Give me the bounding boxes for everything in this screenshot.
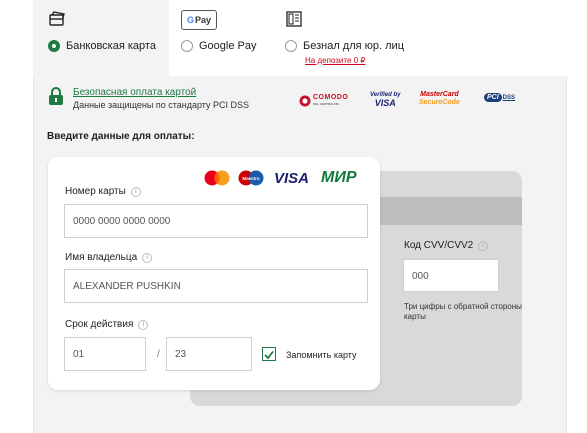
payment-method-selector: Банковская карта G Pay Google Pay Безнал… xyxy=(33,0,567,76)
cvv-label: Код CVV/CVV2 i xyxy=(404,240,489,251)
expiry-year-input[interactable]: 23 xyxy=(166,337,252,371)
cvv-hint: Три цифры с обратной стороны карты xyxy=(404,302,522,321)
card-number-info-icon[interactable]: i xyxy=(130,186,141,197)
mir-logo-icon: МИР xyxy=(321,169,357,186)
card-number-label: Номер карты i xyxy=(65,186,141,197)
remember-card-label: Запомнить карту xyxy=(286,350,357,360)
cvv-input[interactable]: 000 xyxy=(403,259,499,292)
cvv-info-icon[interactable]: i xyxy=(478,240,489,251)
pci-dss-text: Данные защищены по стандарту PCI DSS xyxy=(73,100,250,110)
mastercard-logo-icon xyxy=(204,170,230,186)
holder-name-input[interactable]: ALEXANDER PUSHKIN xyxy=(64,269,368,303)
bank-card-icon xyxy=(48,10,66,33)
method-tab-google-pay[interactable]: G Pay Google Pay xyxy=(169,0,279,76)
mastercard-securecode-badge: MasterCard SecureCode xyxy=(419,91,460,106)
comodo-logo-icon xyxy=(299,95,311,107)
checkmark-icon xyxy=(264,350,274,360)
visa-logo-icon: VISA xyxy=(274,169,310,187)
deposit-link[interactable]: На депозите 0 ₽ xyxy=(305,56,365,65)
expiry-month-input[interactable]: 01 xyxy=(64,337,146,371)
card-brands: Maestro VISA МИР xyxy=(204,169,357,187)
remember-card-checkbox[interactable] xyxy=(262,347,276,361)
maestro-logo-icon: Maestro xyxy=(238,170,264,186)
method-tab-bank-card[interactable]: Банковская карта xyxy=(33,0,169,76)
card-number-input[interactable]: 0000 0000 0000 0000 xyxy=(64,204,368,238)
verified-by-visa-badge: Verified by VISA xyxy=(370,92,401,108)
radio-corporate[interactable] xyxy=(285,40,297,52)
radio-bank-card[interactable] xyxy=(48,40,60,52)
comodo-badge: COMODO SSL CERTIFICATE xyxy=(299,94,348,108)
method-label-bank-card: Банковская карта xyxy=(66,40,156,52)
form-title: Введите данные для оплаты: xyxy=(47,131,195,142)
card-front: Maestro VISA МИР Номер карты i 0000 0000… xyxy=(48,157,380,390)
google-pay-icon: G Pay xyxy=(181,10,217,30)
expiry-separator: / xyxy=(157,349,160,360)
secure-payment-info: Безопасная оплата картой Данные защищены… xyxy=(33,76,567,126)
method-tab-corporate[interactable]: Безнал для юр. лиц На депозите 0 ₽ xyxy=(279,0,439,76)
lock-icon xyxy=(48,86,64,106)
pci-dss-badge: PCI DSS xyxy=(484,93,515,102)
payment-page: Банковская карта G Pay Google Pay Безнал… xyxy=(0,0,587,433)
expiry-info-icon[interactable]: i xyxy=(138,319,149,330)
method-label-corporate: Безнал для юр. лиц xyxy=(303,40,404,52)
holder-name-info-icon[interactable]: i xyxy=(142,252,153,263)
secure-payment-link[interactable]: Безопасная оплата картой xyxy=(73,87,196,98)
holder-name-label: Имя владельца i xyxy=(65,252,153,263)
method-label-google-pay: Google Pay xyxy=(199,40,257,52)
radio-google-pay[interactable] xyxy=(181,40,193,52)
svg-text:Maestro: Maestro xyxy=(242,176,260,181)
invoice-icon xyxy=(285,10,303,33)
expiry-label: Срок действия i xyxy=(65,319,149,330)
